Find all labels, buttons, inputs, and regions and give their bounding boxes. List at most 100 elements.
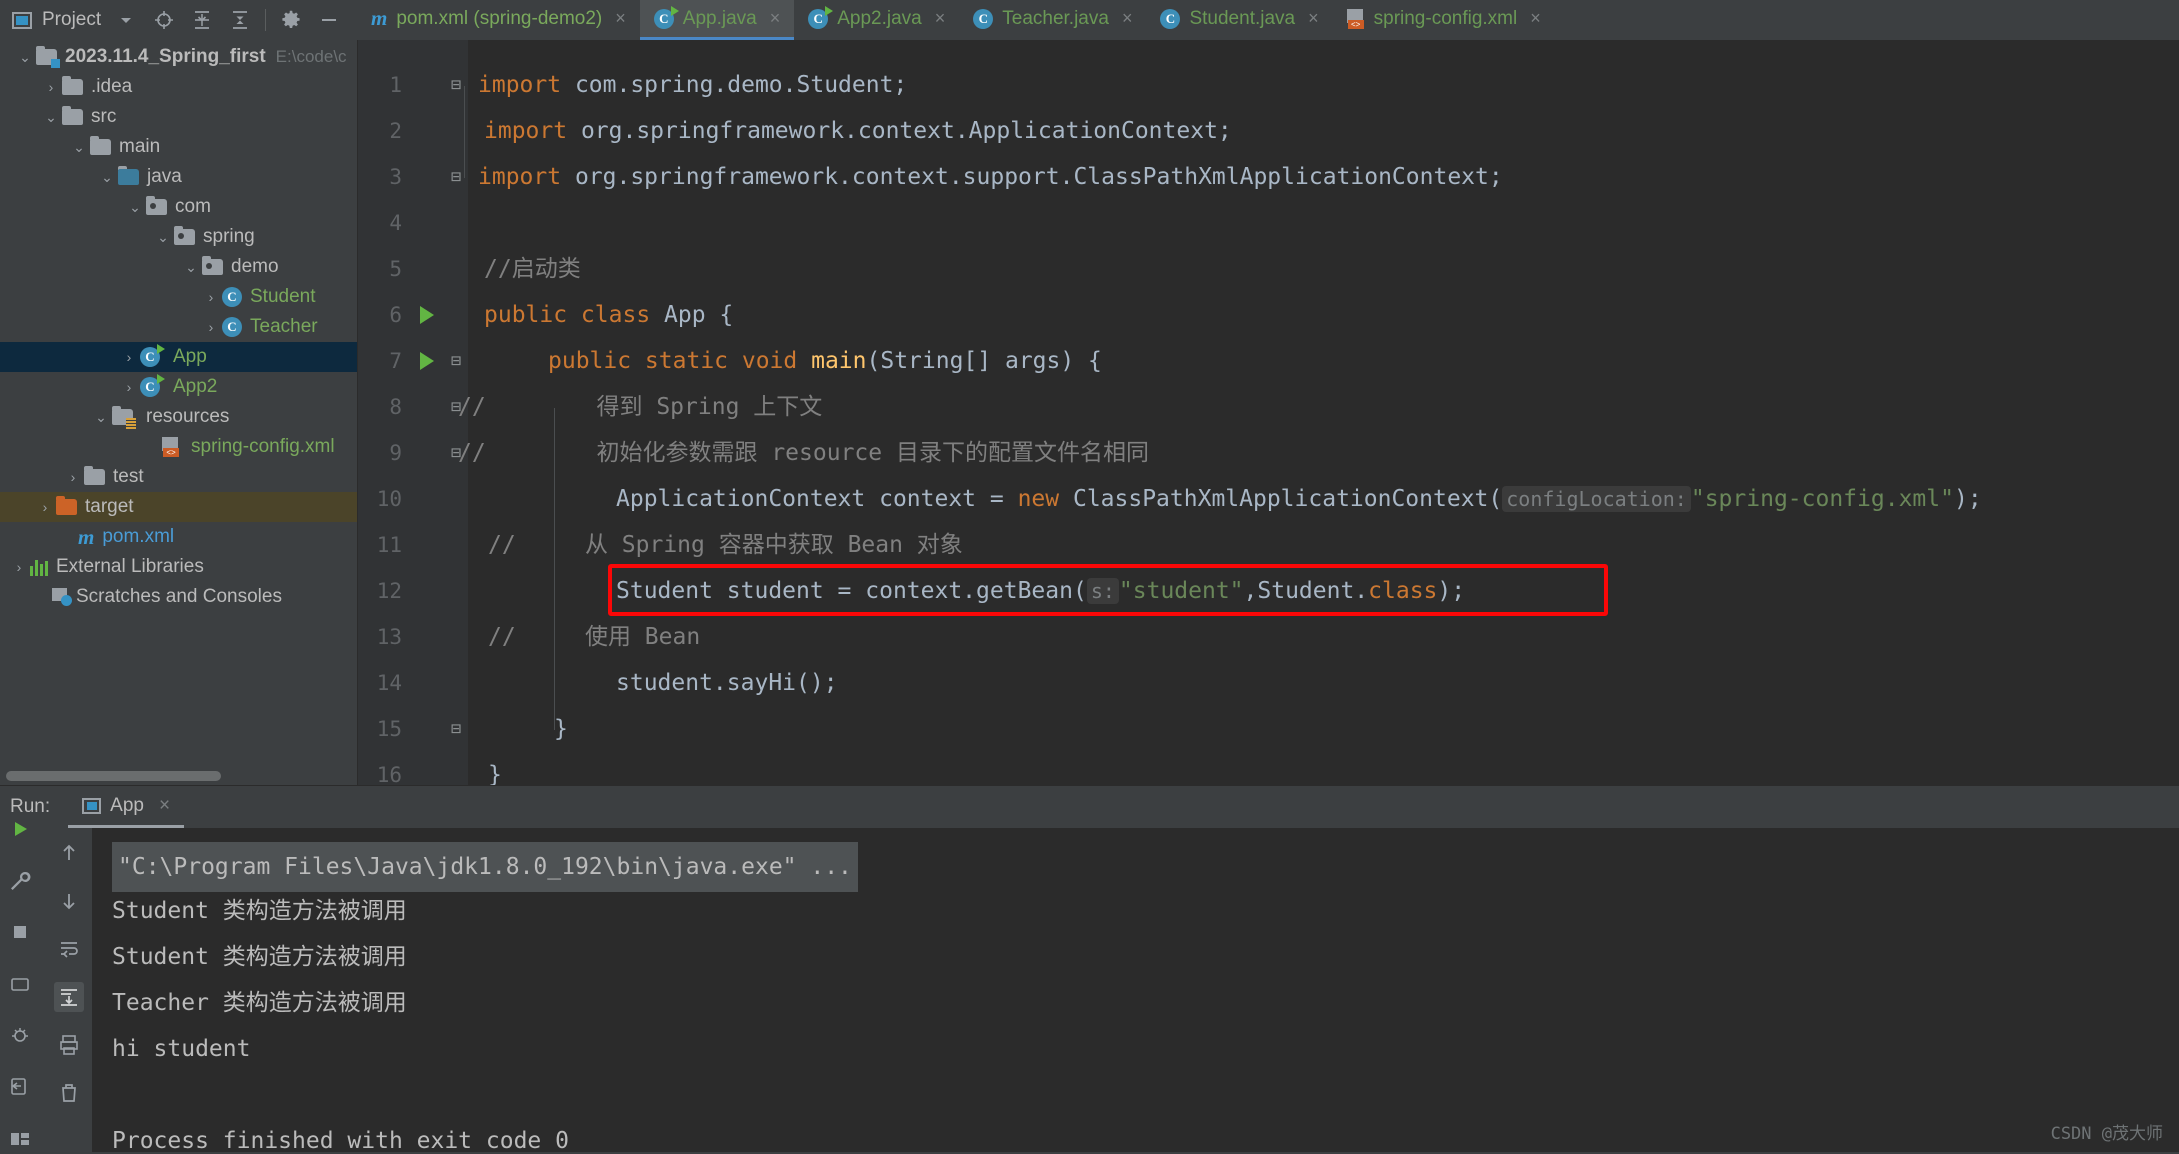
chevron-right-icon[interactable]: › (34, 499, 56, 515)
console-output-line: Teacher 类构造方法被调用 (112, 990, 407, 1016)
fold-marker-icon[interactable]: ⊟ (451, 169, 461, 186)
tree-row-main[interactable]: ⌄ main (0, 132, 357, 162)
chevron-right-icon[interactable]: › (40, 79, 62, 95)
chevron-down-icon[interactable]: ⌄ (90, 409, 112, 426)
tree-row-teacher[interactable]: › C Teacher (0, 312, 357, 342)
tree-row-spring-config-xml[interactable]: <> spring-config.xml (0, 432, 357, 462)
tree-row-test[interactable]: › test (0, 462, 357, 492)
chevron-down-icon[interactable]: ⌄ (124, 199, 146, 216)
line-number: 2 (389, 119, 402, 143)
line-number: 11 (376, 533, 402, 557)
chevron-down-icon[interactable] (113, 7, 139, 33)
code-line-15: } (554, 716, 568, 742)
code-line-11: // 从 Spring 容器中获取 Bean 对象 (488, 532, 963, 558)
clear-all-icon[interactable] (54, 1078, 84, 1108)
fold-marker-icon[interactable]: ⊟ (451, 353, 461, 370)
chevron-down-icon[interactable]: ⌄ (152, 229, 174, 246)
run-console-output[interactable]: "C:\Program Files\Java\jdk1.8.0_192\bin\… (92, 828, 2179, 1152)
soft-wrap-icon[interactable] (54, 934, 84, 964)
run-gutter-icon[interactable] (420, 352, 434, 370)
tree-item-label: resources (146, 406, 230, 427)
tree-row-src[interactable]: ⌄ src (0, 102, 357, 132)
layout-icon[interactable] (5, 1124, 35, 1154)
run-configuration-icon (82, 797, 102, 814)
tree-row-project-root[interactable]: ⌄ 2023.11.4_Spring_first E:\code\c (0, 42, 357, 72)
build-icon[interactable] (5, 969, 35, 999)
chevron-down-icon[interactable]: ⌄ (40, 109, 62, 126)
code-line-16: } (488, 762, 502, 785)
chevron-down-icon[interactable]: ⌄ (14, 49, 36, 66)
chevron-right-icon[interactable]: › (200, 289, 222, 305)
chevron-right-icon[interactable]: › (8, 559, 30, 575)
chevron-down-icon[interactable]: ⌄ (96, 169, 118, 186)
editor-tab-label: App.java (682, 7, 757, 29)
tree-row-idea[interactable]: › .idea (0, 72, 357, 102)
tree-item-label: .idea (91, 76, 133, 97)
fold-marker-icon[interactable]: ⊟ (451, 77, 461, 94)
tree-row-com[interactable]: ⌄ com (0, 192, 357, 222)
console-command-line: "C:\Program Files\Java\jdk1.8.0_192\bin\… (112, 842, 2179, 892)
editor-tab-app2-java[interactable]: C App2.java × (794, 0, 959, 40)
tree-row-app2[interactable]: › C App2 (0, 372, 357, 402)
tree-row-spring[interactable]: ⌄ spring (0, 222, 357, 252)
editor-tab-spring-config-xml[interactable]: <> spring-config.xml × (1333, 0, 1555, 40)
tree-row-pom-xml[interactable]: m pom.xml (0, 522, 357, 552)
run-tab-app[interactable]: App × (68, 786, 185, 828)
editor-tab-student-java[interactable]: C Student.java × (1146, 0, 1332, 40)
tree-row-scratches[interactable]: Scratches and Consoles (0, 582, 357, 612)
debug-icon[interactable] (5, 1021, 35, 1051)
close-icon[interactable]: × (770, 8, 781, 29)
import-icon[interactable] (5, 1073, 35, 1103)
tree-row-resources[interactable]: ⌄ resources (0, 402, 357, 432)
tree-row-app[interactable]: › C App (0, 342, 357, 372)
run-gutter-icon[interactable] (420, 306, 434, 324)
chevron-down-icon[interactable]: ⌄ (180, 259, 202, 276)
tree-row-external-libraries[interactable]: › External Libraries (0, 552, 357, 582)
locate-icon[interactable] (151, 7, 177, 33)
scroll-down-icon[interactable] (54, 886, 84, 916)
sidebar-horizontal-scrollbar[interactable] (6, 771, 221, 781)
wrench-icon[interactable] (5, 866, 35, 896)
minimize-icon[interactable] (316, 7, 342, 33)
run-tool-header: Run: App × (0, 786, 2179, 828)
editor-tab-label: Student.java (1189, 7, 1296, 29)
tree-row-student[interactable]: › C Student (0, 282, 357, 312)
editor-tab-pom-xml[interactable]: m pom.xml (spring-demo2) × (357, 0, 640, 40)
close-icon[interactable]: × (159, 795, 170, 817)
tree-row-demo[interactable]: ⌄ demo (0, 252, 357, 282)
editor-gutter[interactable]: 1 2 3 4 5 6 7 8 9 10 11 12 13 14 15 16 ⊟… (358, 40, 468, 785)
print-icon[interactable] (54, 1030, 84, 1060)
chevron-right-icon[interactable]: › (118, 379, 140, 395)
run-body: "C:\Program Files\Java\jdk1.8.0_192\bin\… (0, 828, 2179, 1152)
tree-item-label: spring-config.xml (191, 436, 335, 457)
expand-all-icon[interactable] (189, 7, 215, 33)
run-icon[interactable] (5, 814, 35, 844)
code-area[interactable]: import com.spring.demo.Student; import o… (458, 40, 2179, 785)
chevron-right-icon[interactable]: › (62, 469, 84, 485)
project-tool-title[interactable]: Project (12, 9, 101, 31)
editor-tab-teacher-java[interactable]: C Teacher.java × (959, 0, 1146, 40)
chevron-right-icon[interactable]: › (200, 319, 222, 335)
editor-tab-app-java[interactable]: C App.java × (639, 0, 795, 40)
code-line-13: // 使用 Bean (488, 624, 701, 650)
fold-marker-icon[interactable]: ⊟ (451, 721, 461, 738)
scroll-to-end-icon[interactable] (54, 982, 84, 1012)
chevron-right-icon[interactable]: › (118, 349, 140, 365)
editor-tab-label: Teacher.java (1002, 7, 1109, 29)
tree-row-java[interactable]: ⌄ java (0, 162, 357, 192)
chevron-down-icon[interactable]: ⌄ (68, 139, 90, 156)
close-icon[interactable]: × (1530, 8, 1541, 29)
close-icon[interactable]: × (615, 8, 626, 29)
collapse-all-icon[interactable] (227, 7, 253, 33)
gear-icon[interactable] (278, 7, 304, 33)
tree-item-label: com (175, 196, 211, 217)
close-icon[interactable]: × (1308, 8, 1319, 29)
stop-icon[interactable] (5, 917, 35, 947)
close-icon[interactable]: × (1122, 8, 1133, 29)
code-editor[interactable]: 1 2 3 4 5 6 7 8 9 10 11 12 13 14 15 16 ⊟… (358, 40, 2179, 785)
tree-item-path: E:\code\c (275, 47, 347, 66)
tree-row-target[interactable]: › target (0, 492, 357, 522)
console-output-line: Student 类构造方法被调用 (112, 944, 407, 970)
close-icon[interactable]: × (935, 8, 946, 29)
scroll-up-icon[interactable] (54, 838, 84, 868)
